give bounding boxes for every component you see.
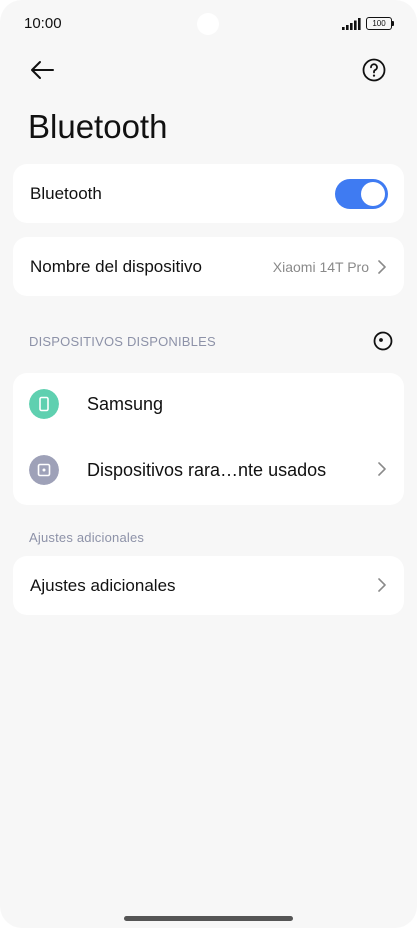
available-devices-header: DISPOSITIVOS DISPONIBLES xyxy=(29,334,216,349)
available-devices-card: Samsung Dispositivos rara…nte usados xyxy=(13,373,404,505)
device-name-row[interactable]: Nombre del dispositivo Xiaomi 14T Pro xyxy=(13,237,404,296)
toggle-knob xyxy=(361,182,385,206)
page-title: Bluetooth xyxy=(28,108,168,145)
home-indicator[interactable] xyxy=(124,916,293,921)
phone-screen: 10:00 100 Bluetooth Bluetooth Nombre del… xyxy=(0,0,417,928)
help-icon[interactable] xyxy=(362,58,386,82)
device-label: Samsung xyxy=(87,394,164,414)
back-arrow-icon[interactable] xyxy=(28,56,56,84)
bluetooth-toggle[interactable] xyxy=(335,179,388,209)
bluetooth-label: Bluetooth xyxy=(30,184,102,203)
rarely-used-devices-icon xyxy=(29,455,59,485)
device-row-rarely-used[interactable]: Dispositivos rara…nte usados xyxy=(13,437,404,503)
chevron-right-icon xyxy=(378,578,386,592)
additional-settings-header: Ajustes adicionales xyxy=(29,530,145,545)
battery-icon: 100 xyxy=(366,17,394,30)
additional-settings-label: Ajustes adicionales xyxy=(30,576,176,595)
status-time: 10:00 xyxy=(24,15,62,32)
device-name-label: Nombre del dispositivo xyxy=(30,257,202,276)
chevron-right-icon xyxy=(378,462,386,476)
status-bar: 10:00 100 xyxy=(0,0,417,48)
phone-device-icon xyxy=(29,389,59,419)
chevron-right-icon xyxy=(378,260,386,274)
signal-icon xyxy=(342,18,361,30)
front-camera xyxy=(197,13,219,35)
bluetooth-card: Bluetooth xyxy=(13,164,404,223)
device-label: Dispositivos rara…nte usados xyxy=(87,460,327,480)
device-name-value: Xiaomi 14T Pro xyxy=(272,259,369,275)
scanning-icon[interactable] xyxy=(373,331,393,351)
additional-settings-row[interactable]: Ajustes adicionales xyxy=(13,556,404,615)
device-row-samsung[interactable]: Samsung xyxy=(13,373,404,437)
